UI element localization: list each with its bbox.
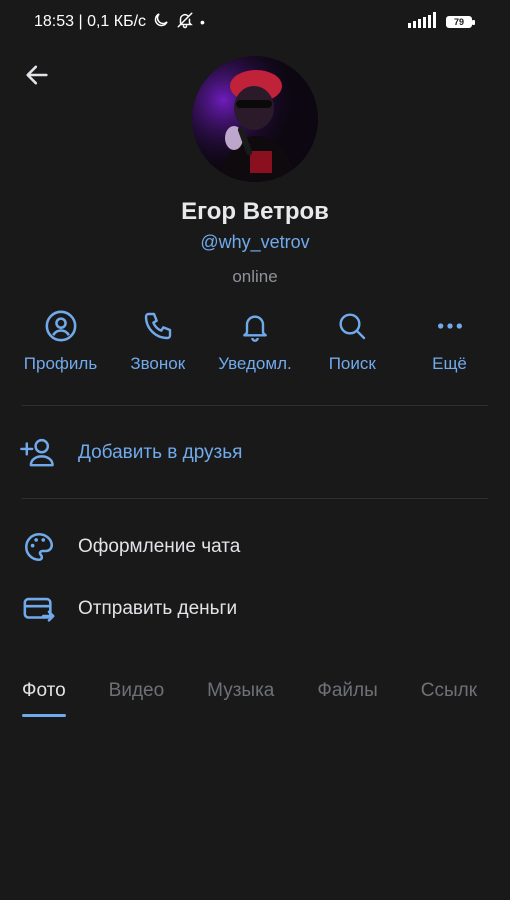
action-call-button[interactable]: Звонок — [109, 308, 206, 380]
action-row: Профиль Звонок Уведомл. Поиск Ещё — [12, 308, 498, 380]
add-user-icon — [20, 434, 58, 472]
status-right: 79 — [408, 11, 475, 33]
profile-name: Егор Ветров — [181, 198, 329, 225]
divider — [22, 498, 488, 499]
tab-links[interactable]: Ссылк — [421, 680, 477, 718]
arrow-left-icon — [26, 65, 48, 85]
media-tabs: Фото Видео Музыка Файлы Ссылк — [22, 680, 510, 720]
bell-icon — [237, 308, 273, 344]
add-friend-label: Добавить в друзья — [78, 442, 243, 463]
moon-icon — [152, 11, 170, 34]
back-button[interactable] — [18, 56, 56, 94]
action-label: Уведомл. — [218, 354, 292, 373]
action-label: Ещё — [432, 354, 467, 373]
status-time: 18:53 | 0,1 КБ/с — [34, 13, 147, 30]
user-circle-icon — [43, 308, 79, 344]
tab-music[interactable]: Музыка — [207, 680, 274, 718]
avatar[interactable] — [192, 56, 318, 182]
tab-files[interactable]: Файлы — [317, 680, 377, 718]
signal-icon — [408, 11, 438, 33]
menu-item-label: Оформление чата — [78, 536, 241, 557]
action-search-button[interactable]: Поиск — [304, 308, 401, 380]
search-icon — [334, 308, 370, 344]
action-label: Поиск — [328, 354, 376, 373]
money-transfer-icon — [20, 590, 58, 628]
avatar-photo — [192, 56, 318, 182]
send-money-button[interactable]: Отправить деньги — [0, 581, 510, 637]
action-profile-button[interactable]: Профиль — [12, 308, 109, 380]
action-label: Звонок — [130, 354, 186, 373]
action-label: Профиль — [23, 354, 98, 373]
profile-screen: 18:53 | 0,1 КБ/с • 79 Егор Ветров @why_v… — [0, 0, 510, 900]
palette-icon — [20, 528, 58, 566]
action-more-button[interactable]: Ещё — [401, 308, 498, 380]
action-notifications-button[interactable]: Уведомл. — [207, 308, 304, 380]
chat-theme-button[interactable]: Оформление чата — [0, 519, 510, 575]
profile-username[interactable]: @why_vetrov — [0, 232, 510, 253]
divider — [22, 405, 488, 406]
tab-photo[interactable]: Фото — [22, 680, 66, 718]
phone-icon — [140, 308, 176, 344]
bell-off-icon — [176, 11, 194, 34]
status-left: 18:53 | 0,1 КБ/с • — [34, 11, 205, 34]
add-friend-button[interactable]: Добавить в друзья — [0, 425, 510, 481]
menu-item-label: Отправить деньги — [78, 598, 238, 619]
more-icon — [432, 308, 468, 344]
battery-icon: 79 — [446, 16, 475, 28]
tab-video[interactable]: Видео — [109, 680, 165, 718]
dot-icon: • — [200, 14, 205, 30]
profile-status: online — [232, 267, 278, 286]
status-bar: 18:53 | 0,1 КБ/с • 79 — [0, 0, 510, 44]
